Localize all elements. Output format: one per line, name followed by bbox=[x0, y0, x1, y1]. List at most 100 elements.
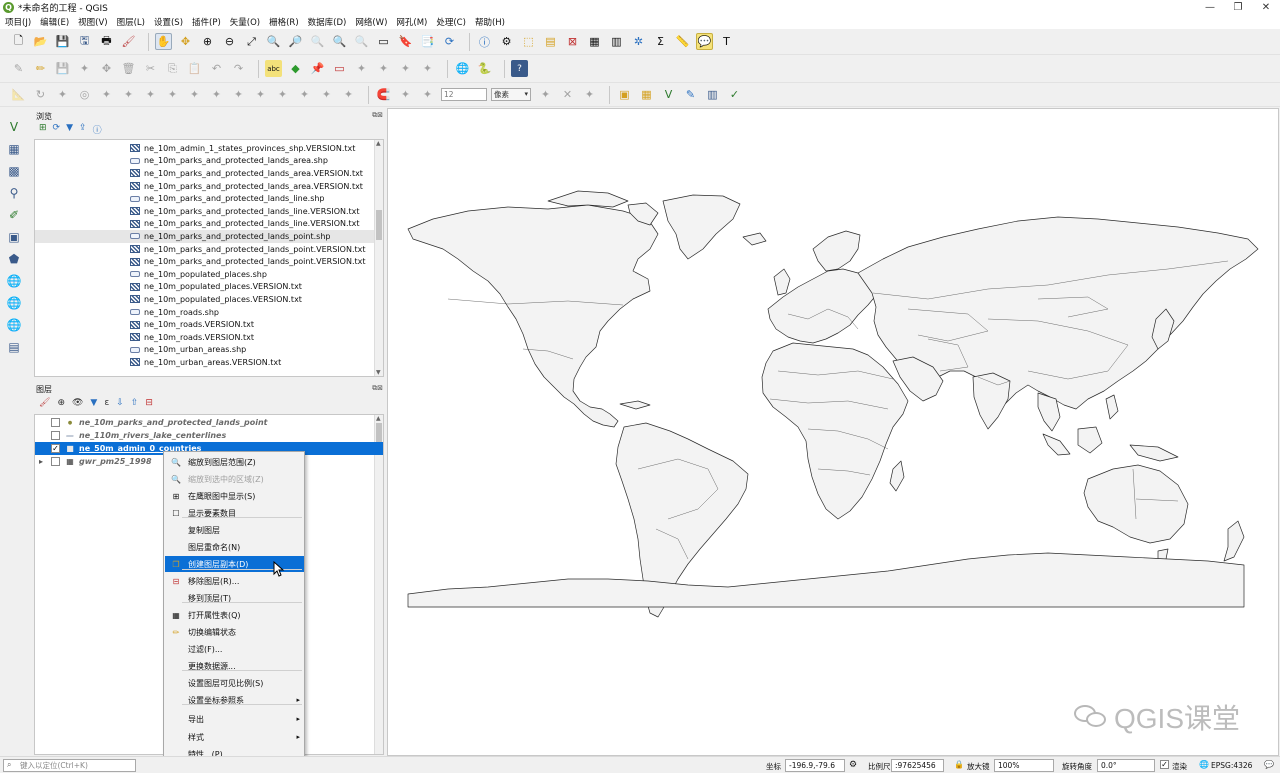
pin-labels-icon[interactable]: 📌 bbox=[309, 60, 326, 77]
offset-curve-icon[interactable]: ✦ bbox=[208, 86, 225, 103]
filter-icon[interactable]: ▼ bbox=[66, 123, 73, 136]
layer-visibility-checkbox[interactable] bbox=[51, 431, 60, 440]
delete-part-icon[interactable]: ✦ bbox=[164, 86, 181, 103]
statistics-icon[interactable]: Σ bbox=[652, 33, 669, 50]
cut-features-icon[interactable]: ✂ bbox=[142, 60, 159, 77]
select-features-icon[interactable]: ⬚ bbox=[520, 33, 537, 50]
collapse-all-icon[interactable]: ⇪ bbox=[79, 123, 87, 136]
snap-tolerance-input[interactable]: 12 bbox=[441, 88, 487, 101]
rotate-feature-icon[interactable]: ↻ bbox=[32, 86, 49, 103]
context-menu-item[interactable]: 🔍 缩放到选中的区域(Z) bbox=[165, 471, 304, 487]
text-annotation-icon[interactable]: T bbox=[718, 33, 735, 50]
label-tool-icon[interactable]: abc bbox=[265, 60, 282, 77]
add-gps-icon[interactable]: ✐ bbox=[5, 206, 23, 224]
context-menu-item[interactable]: 复制图层 bbox=[165, 522, 304, 538]
add-wfs-icon[interactable]: 🌐 bbox=[5, 316, 23, 334]
browser-item[interactable]: ne_10m_parks_and_protected_lands_area.sh… bbox=[130, 155, 328, 168]
layer-visibility-checkbox[interactable]: ✓ bbox=[51, 444, 60, 453]
db-manager-icon[interactable]: ▦ bbox=[638, 86, 655, 103]
style-layer-icon[interactable]: 🖌 bbox=[39, 398, 50, 408]
zoom-out-icon[interactable]: ⊖ bbox=[221, 33, 238, 50]
coordinate-field[interactable]: -196.9,-79.6 bbox=[785, 759, 845, 772]
delete-ring-icon[interactable]: ✦ bbox=[142, 86, 159, 103]
add-spatialite-icon[interactable]: ▣ bbox=[5, 228, 23, 246]
snapping-icon[interactable]: 🧲 bbox=[375, 86, 392, 103]
zoom-full-icon[interactable]: ⤢ bbox=[243, 33, 260, 50]
menu-item[interactable]: 栅格(R) bbox=[269, 16, 299, 28]
properties-icon[interactable]: ⓘ bbox=[93, 123, 102, 136]
filter-expression-icon[interactable]: ε bbox=[104, 398, 109, 408]
help-icon[interactable]: ? bbox=[511, 60, 528, 77]
pan-icon[interactable]: ✋ bbox=[155, 33, 172, 50]
show-bookmarks-icon[interactable]: 📑 bbox=[419, 33, 436, 50]
zoom-next-icon[interactable]: 🔍 bbox=[353, 33, 370, 50]
toggle-extents-icon[interactable]: ⚙ bbox=[849, 760, 857, 770]
menu-item[interactable]: 编辑(E) bbox=[40, 16, 69, 28]
browser-item[interactable]: ne_10m_parks_and_protected_lands_area.VE… bbox=[130, 167, 363, 180]
new-project-icon[interactable]: 🗋 bbox=[10, 33, 27, 50]
map-canvas[interactable]: QGIS课堂 bbox=[387, 108, 1279, 756]
context-menu-item[interactable]: 🔍 缩放到图层范围(Z) bbox=[165, 454, 304, 470]
tracing-icon[interactable]: ✦ bbox=[581, 86, 598, 103]
filter-legend-icon[interactable]: ▼ bbox=[90, 398, 97, 408]
crs-label[interactable]: EPSG:4326 bbox=[1211, 761, 1252, 770]
add-vector-layer-icon[interactable]: V bbox=[5, 118, 23, 136]
grid-icon[interactable]: ▥ bbox=[704, 86, 721, 103]
split-features-icon[interactable]: ✦ bbox=[230, 86, 247, 103]
panel-float-close-icons[interactable]: ⧉⊠ bbox=[372, 384, 383, 393]
add-wms-icon[interactable]: 🌐 bbox=[5, 272, 23, 290]
identify-icon[interactable]: ⓘ bbox=[476, 33, 493, 50]
add-virtual-layer-icon[interactable]: ▤ bbox=[5, 338, 23, 356]
refresh-icon[interactable]: ⟳ bbox=[441, 33, 458, 50]
menu-item[interactable]: 数据库(D) bbox=[308, 16, 347, 28]
scale-field[interactable]: :97625456 bbox=[891, 759, 944, 772]
vertex-editor-icon[interactable]: V bbox=[660, 86, 677, 103]
layer-visibility-checkbox[interactable] bbox=[51, 457, 60, 466]
browser-item[interactable]: ne_10m_populated_places.shp bbox=[130, 268, 267, 281]
remove-layer-icon[interactable]: ⊟ bbox=[145, 398, 153, 408]
browser-item[interactable]: ne_10m_populated_places.VERSION.txt bbox=[130, 293, 302, 306]
browser-item[interactable]: ne_10m_parks_and_protected_lands_point.V… bbox=[130, 243, 366, 256]
browser-item[interactable]: ne_10m_parks_and_protected_lands_point.s… bbox=[35, 230, 375, 243]
intersection-icon[interactable]: ✕ bbox=[559, 86, 576, 103]
zoom-last-icon[interactable]: 🔍 bbox=[331, 33, 348, 50]
zoom-native-icon[interactable]: 🔍 bbox=[309, 33, 326, 50]
toggle-editing-icon[interactable]: ✏ bbox=[32, 60, 49, 77]
menu-item[interactable]: 项目(J) bbox=[5, 16, 31, 28]
open-project-icon[interactable]: 📂 bbox=[32, 33, 49, 50]
menu-item[interactable]: 插件(P) bbox=[192, 16, 221, 28]
paste-features-icon[interactable]: 📋 bbox=[186, 60, 203, 77]
add-feature-icon[interactable]: ✦ bbox=[76, 60, 93, 77]
save-as-icon[interactable]: 🖫 bbox=[76, 33, 93, 50]
rotate-symbols-icon[interactable]: ✦ bbox=[318, 86, 335, 103]
zoom-in-icon[interactable]: ⊕ bbox=[199, 33, 216, 50]
menu-item[interactable]: 设置(S) bbox=[154, 16, 183, 28]
context-menu-item[interactable]: 图层重命名(N) bbox=[165, 539, 304, 555]
collapse-all-icon[interactable]: ⇧ bbox=[131, 398, 139, 408]
vector-check-icon[interactable]: ✓ bbox=[726, 86, 743, 103]
browser-item[interactable]: ne_10m_parks_and_protected_lands_line.VE… bbox=[130, 218, 360, 231]
menu-item[interactable]: 图层(L) bbox=[117, 16, 145, 28]
toolbox-icon[interactable]: ✲ bbox=[630, 33, 647, 50]
context-menu-item[interactable]: 过滤(F)... bbox=[165, 641, 304, 657]
bookmark-icon[interactable]: 🔖 bbox=[397, 33, 414, 50]
minimize-button[interactable]: — bbox=[1196, 0, 1224, 15]
split-parts-icon[interactable]: ✦ bbox=[252, 86, 269, 103]
lock-scale-icon[interactable]: 🔒 bbox=[954, 760, 964, 769]
label-properties-icon[interactable]: ✦ bbox=[419, 60, 436, 77]
add-part-icon[interactable]: ✦ bbox=[98, 86, 115, 103]
current-edits-icon[interactable]: ✎ bbox=[10, 60, 27, 77]
context-menu-item[interactable]: ☐ 显示要素数目 bbox=[165, 505, 304, 521]
context-menu-item[interactable]: ▦ 打开属性表(Q) bbox=[165, 607, 304, 623]
layer-row[interactable]: — ne_110m_rivers_lake_centerlines bbox=[35, 429, 383, 442]
menu-item[interactable]: 处理(C) bbox=[436, 16, 466, 28]
menu-item[interactable]: 帮助(H) bbox=[475, 16, 505, 28]
browser-item[interactable]: ne_10m_parks_and_protected_lands_line.sh… bbox=[130, 192, 325, 205]
zoom-selection-icon[interactable]: 🔍 bbox=[265, 33, 282, 50]
menu-item[interactable]: 矢量(O) bbox=[230, 16, 260, 28]
plugin-icon[interactable]: 🌐 bbox=[454, 60, 471, 77]
render-checkbox[interactable]: ✓ bbox=[1160, 760, 1169, 769]
simplify-icon[interactable]: ✦ bbox=[54, 86, 71, 103]
zoom-layer-icon[interactable]: 🔎 bbox=[287, 33, 304, 50]
copy-features-icon[interactable]: ⎘ bbox=[164, 60, 181, 77]
